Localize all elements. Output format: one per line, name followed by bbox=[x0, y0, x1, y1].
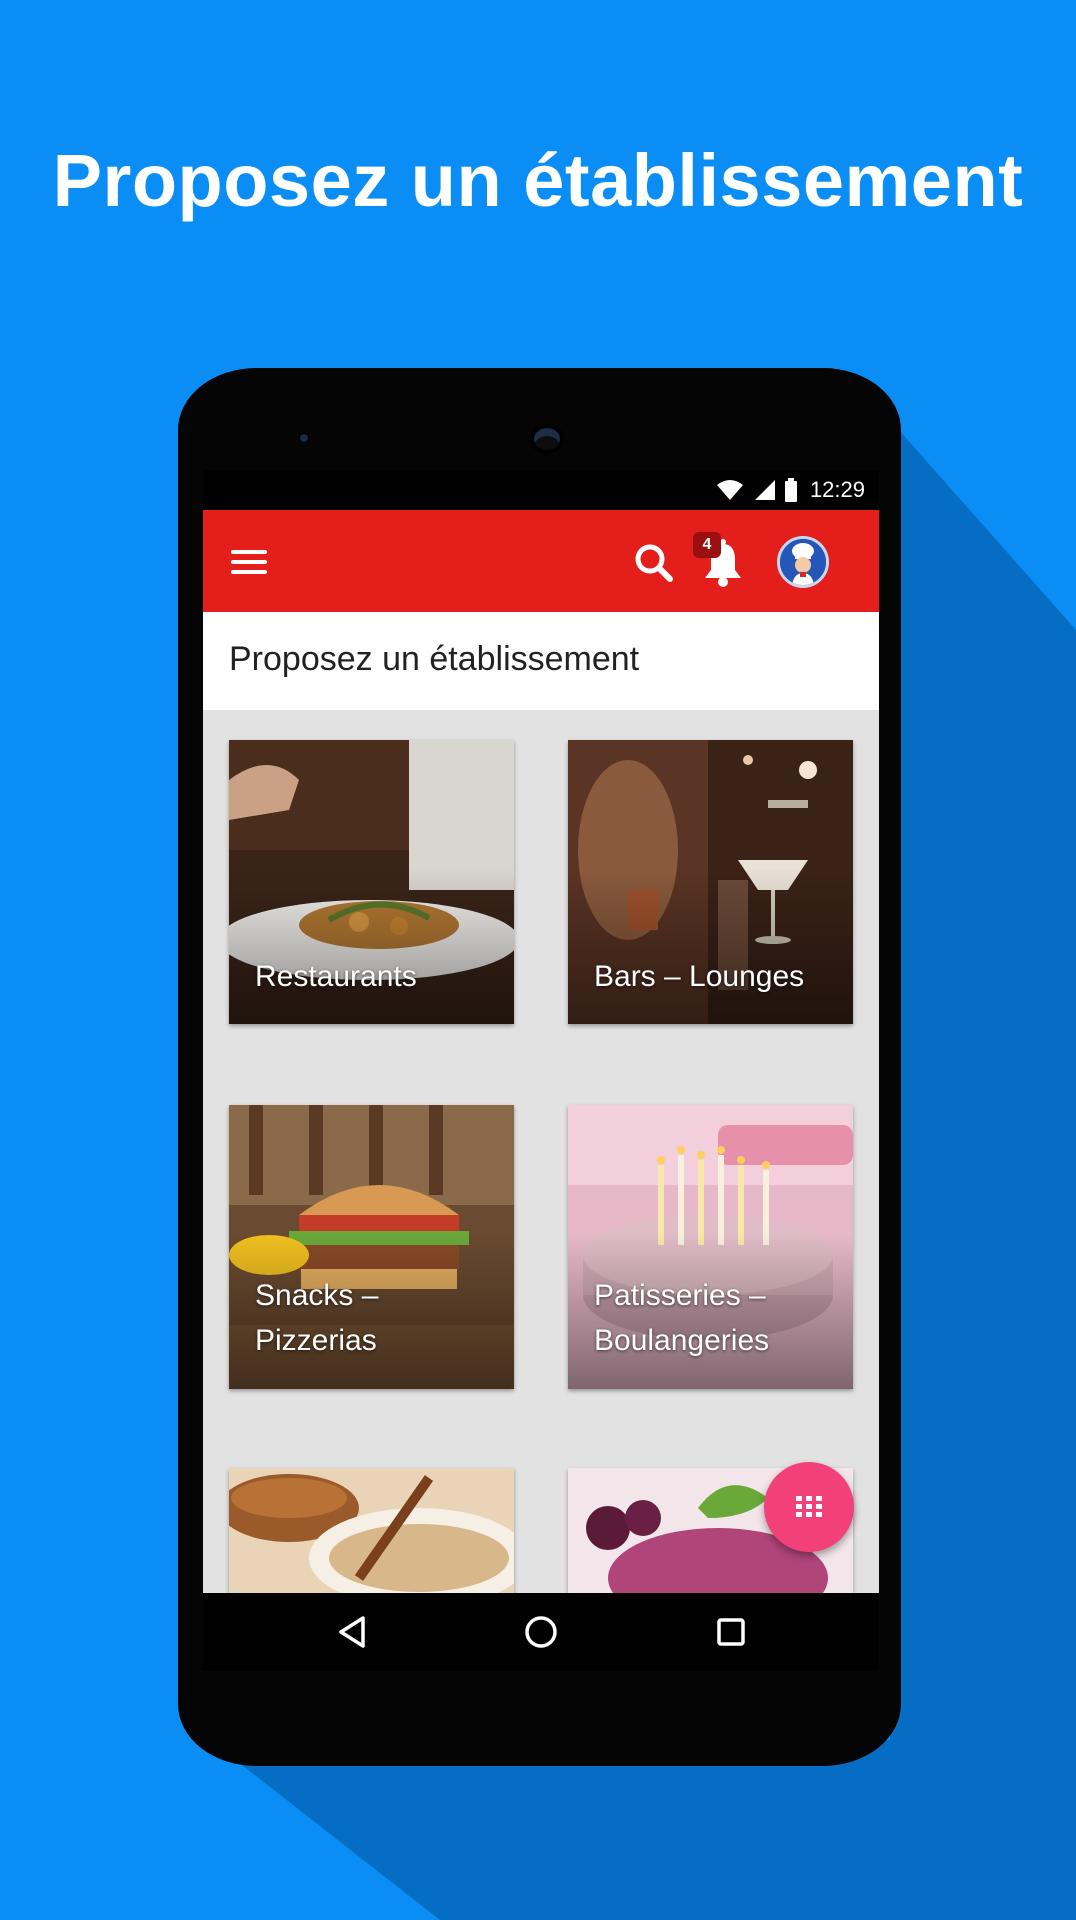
menu-icon[interactable] bbox=[231, 544, 267, 578]
grid-icon bbox=[796, 1496, 822, 1517]
back-icon[interactable] bbox=[329, 1609, 375, 1655]
category-label: Snacks – Pizzerias bbox=[255, 1279, 379, 1357]
battery-icon bbox=[784, 478, 797, 502]
page-title: Proposez un établissement bbox=[229, 640, 640, 678]
app-bar: 4 bbox=[203, 510, 879, 612]
category-card-snacks[interactable]: Snacks – Pizzerias bbox=[229, 1105, 514, 1389]
coffee-image bbox=[229, 1468, 514, 1593]
home-icon[interactable] bbox=[518, 1609, 564, 1655]
apps-fab[interactable] bbox=[764, 1462, 854, 1552]
category-card-patisseries[interactable]: Patisseries – Boulangeries bbox=[568, 1105, 853, 1389]
notifications-button[interactable]: 4 bbox=[687, 532, 749, 592]
avatar[interactable] bbox=[777, 536, 829, 588]
navigation-bar bbox=[203, 1593, 879, 1671]
status-time: 12:29 bbox=[809, 477, 865, 502]
phone-screen: 12:29 4 Proposez un établissement Restau… bbox=[203, 470, 879, 1593]
signal-icon bbox=[754, 480, 775, 500]
category-label: Patisseries – Boulangeries bbox=[594, 1279, 770, 1357]
status-bar: 12:29 bbox=[203, 470, 879, 510]
notification-badge: 4 bbox=[693, 532, 721, 558]
status-icons: 12:29 bbox=[716, 476, 865, 504]
category-card-restaurants[interactable]: Restaurants bbox=[229, 740, 514, 1024]
page-header: Proposez un établissement bbox=[203, 612, 879, 710]
category-card-5[interactable] bbox=[229, 1468, 514, 1593]
front-camera bbox=[298, 432, 310, 444]
promo-title: Proposez un établissement bbox=[52, 139, 1024, 222]
category-label: Bars – Lounges bbox=[594, 960, 805, 993]
promo-stage: Proposez un établissement 12:29 4 Propos… bbox=[0, 0, 1076, 1920]
category-card-bars[interactable]: Bars – Lounges bbox=[568, 740, 853, 1024]
search-icon[interactable] bbox=[631, 540, 677, 586]
chef-avatar-icon bbox=[780, 539, 826, 585]
wifi-icon bbox=[716, 480, 743, 500]
recents-icon[interactable] bbox=[708, 1609, 754, 1655]
category-label: Restaurants bbox=[255, 960, 417, 993]
earpiece bbox=[530, 424, 564, 454]
